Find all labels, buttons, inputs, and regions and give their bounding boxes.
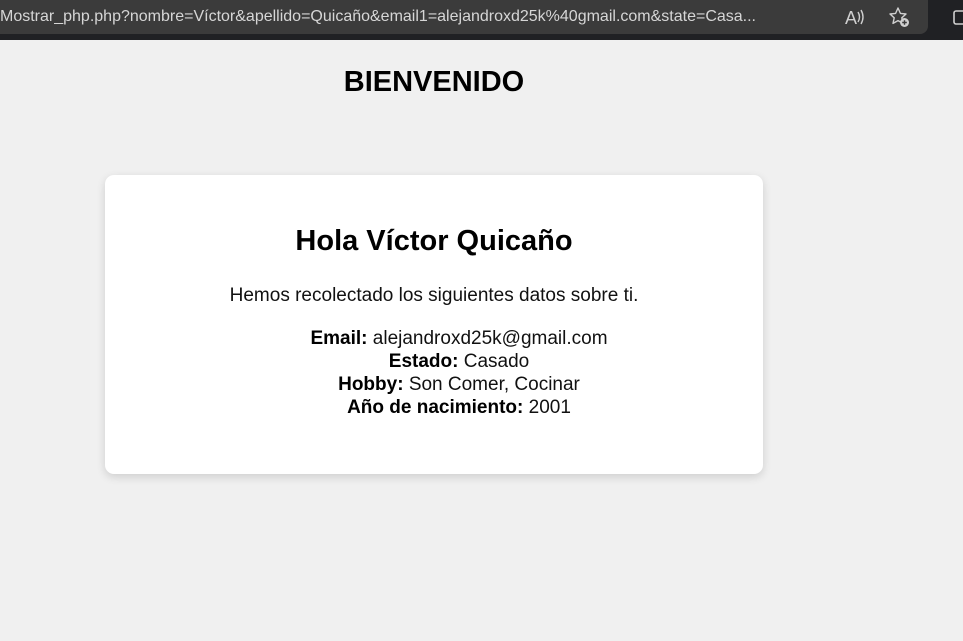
detail-email: Email: alejandroxd25k@gmail.com: [155, 327, 763, 350]
intro-text: Hemos recolectado los siguientes datos s…: [229, 285, 639, 306]
detail-value: Son Comer, Cocinar: [408, 374, 580, 395]
user-info-card: Hola Víctor Quicaño Hemos recolectado lo…: [105, 175, 763, 474]
detail-label: Estado:: [388, 351, 459, 372]
detail-label: Hobby:: [338, 374, 404, 395]
detail-hobby: Hobby: Son Comer, Cocinar: [155, 373, 763, 396]
address-bar[interactable]: Mostrar_php.php?nombre=Víctor&apellido=Q…: [0, 0, 928, 34]
svg-text:A: A: [845, 8, 857, 28]
detail-label: Año de nacimiento:: [347, 397, 524, 418]
detail-birth-year: Año de nacimiento: 2001: [155, 396, 763, 419]
add-favorite-icon[interactable]: [887, 5, 911, 29]
detail-value: Casado: [463, 351, 530, 372]
detail-estado: Estado: Casado: [155, 350, 763, 373]
detail-value: 2001: [528, 397, 571, 418]
details-list: Email: alejandroxd25k@gmail.com Estado: …: [155, 327, 763, 419]
page-title: BIENVENIDO: [343, 66, 525, 98]
read-aloud-icon[interactable]: A: [843, 5, 867, 29]
browser-toolbar: Mostrar_php.php?nombre=Víctor&apellido=Q…: [0, 0, 963, 40]
tab-action-icon[interactable]: [948, 5, 963, 29]
address-bar-url[interactable]: Mostrar_php.php?nombre=Víctor&apellido=Q…: [0, 6, 832, 28]
greeting-heading: Hola Víctor Quicaño: [295, 225, 573, 257]
detail-value: alejandroxd25k@gmail.com: [372, 328, 608, 349]
detail-label: Email:: [310, 328, 368, 349]
